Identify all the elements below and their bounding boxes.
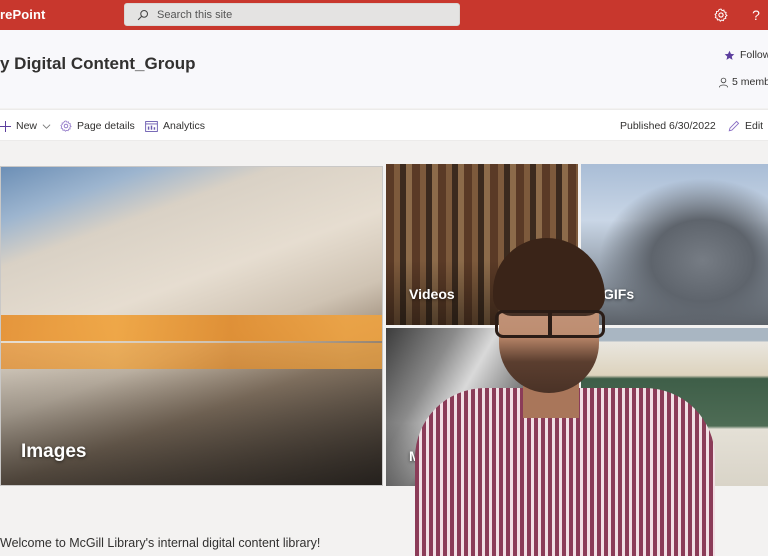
plus-icon	[0, 120, 11, 132]
suite-bar: rePoint ?	[0, 0, 768, 30]
page-details-label: Page details	[77, 120, 135, 132]
site-header: y Digital Content_Group Follow 5 memb	[0, 30, 768, 108]
pencil-icon	[728, 120, 740, 132]
analytics-button[interactable]: Analytics	[145, 110, 205, 142]
command-bar: New Page details Analytics Published 6/3…	[0, 109, 768, 141]
chevron-down-icon	[42, 123, 51, 129]
members-label: 5 memb	[732, 76, 768, 88]
members-button[interactable]: 5 memb	[718, 76, 768, 88]
published-status: Published 6/30/2022	[620, 120, 716, 132]
edit-label: Edit	[745, 120, 764, 132]
help-button[interactable]: ?	[748, 7, 764, 23]
page-details-button[interactable]: Page details	[60, 110, 135, 142]
settings-button[interactable]	[713, 7, 729, 23]
search-box[interactable]	[124, 3, 460, 26]
follow-label: Follow	[740, 49, 768, 61]
hero-tile-more[interactable]: Mo	[386, 328, 578, 486]
site-title[interactable]: y Digital Content_Group	[0, 54, 196, 74]
tile-label: GIFs	[603, 286, 635, 302]
tile-label: Mo	[409, 448, 430, 464]
gear-icon	[714, 8, 728, 22]
search-input[interactable]	[157, 8, 437, 21]
analytics-icon	[145, 120, 158, 132]
hero-tile-videos[interactable]: Videos	[386, 164, 578, 325]
tile-image-detail	[1, 343, 382, 369]
new-label: New	[16, 120, 38, 132]
edit-button[interactable]: Edit	[728, 110, 763, 142]
help-icon: ?	[752, 7, 760, 23]
welcome-text: Welcome to McGill Library's internal dig…	[0, 536, 321, 550]
app-name[interactable]: rePoint	[0, 0, 45, 30]
hero-tile-exhibit[interactable]	[581, 328, 768, 486]
new-button[interactable]: New	[0, 110, 51, 142]
search-icon	[137, 9, 149, 20]
tile-label: Videos	[409, 286, 455, 302]
tile-label: Images	[21, 441, 87, 462]
star-icon	[724, 50, 735, 60]
follow-button[interactable]: Follow	[724, 49, 768, 61]
gear-icon	[60, 120, 72, 132]
hero-tile-gifs[interactable]: GIFs	[581, 164, 768, 325]
person-icon	[718, 77, 729, 87]
tile-image-detail	[1, 315, 382, 341]
analytics-label: Analytics	[163, 120, 206, 132]
hero-tile-images[interactable]: Images	[0, 166, 383, 486]
